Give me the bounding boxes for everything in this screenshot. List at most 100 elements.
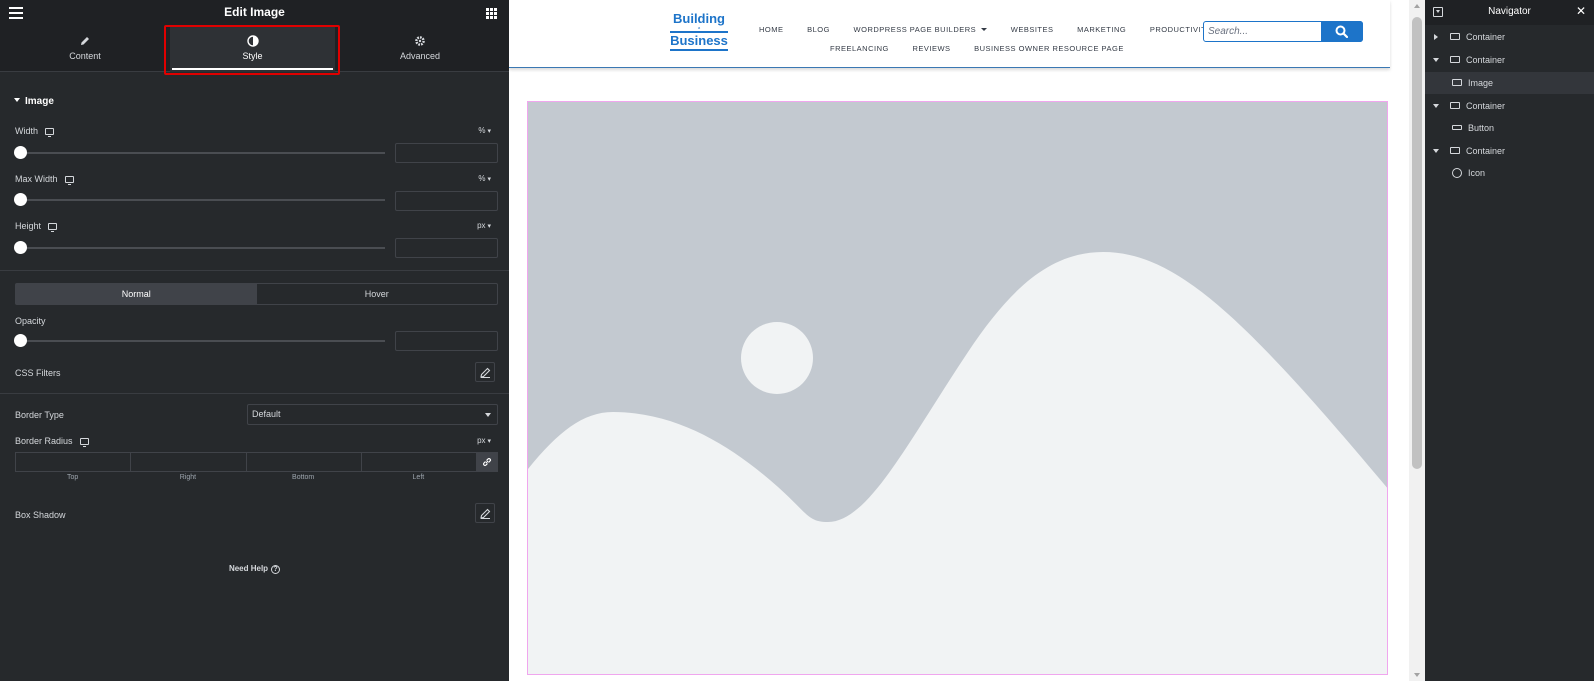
nav-item-wordpress-page-builders-label: WORDPRESS PAGE BUILDERS — [853, 25, 977, 34]
tab-content[interactable]: Content — [0, 25, 170, 72]
border-type-select[interactable]: Default — [247, 404, 498, 425]
radius-label-left: Left — [412, 474, 425, 481]
caret-down-icon[interactable] — [1433, 58, 1439, 62]
pencil-icon — [480, 508, 491, 519]
scroll-up-arrow[interactable] — [1414, 4, 1420, 8]
height-slider-handle[interactable] — [14, 241, 27, 254]
button-icon — [1452, 125, 1462, 130]
navigator-item-label: Icon — [1468, 168, 1486, 178]
border-type-label: Border Type — [15, 410, 64, 420]
desktop-icon[interactable] — [79, 438, 89, 447]
width-unit-select[interactable]: % — [478, 126, 491, 135]
caret-down-icon[interactable] — [1433, 104, 1439, 108]
radius-label-top: Top — [66, 474, 79, 481]
site-logo[interactable]: Building a Business — [670, 12, 728, 52]
active-tab-underline — [172, 68, 333, 70]
image-placeholder-icon — [528, 102, 1387, 674]
close-icon[interactable]: ✕ — [1576, 4, 1586, 18]
gear-icon — [414, 35, 426, 47]
border-radius-inputs — [15, 452, 498, 472]
border-radius-top-input[interactable] — [15, 452, 132, 472]
nav-item-marketing[interactable]: MARKETING — [1077, 25, 1126, 34]
image-widget-placeholder[interactable] — [527, 101, 1388, 675]
navigator-item-container[interactable]: Container — [1425, 140, 1594, 162]
desktop-icon[interactable] — [64, 176, 74, 185]
pencil-icon — [79, 35, 91, 47]
nav-item-business-owner-resource-page[interactable]: BUSINESS OWNER RESOURCE PAGE — [974, 44, 1124, 53]
border-radius-left-input[interactable] — [360, 452, 477, 472]
max-width-unit-select[interactable]: % — [478, 174, 491, 183]
link-values-button[interactable] — [476, 452, 498, 472]
max-width-slider[interactable] — [14, 193, 385, 206]
opacity-slider[interactable] — [14, 334, 385, 347]
search-input[interactable] — [1208, 24, 1318, 39]
link-icon — [483, 458, 491, 466]
logo-line1: Building — [673, 11, 725, 26]
page-preview: Building a Business HOME BLOG WORDPRESS … — [509, 0, 1402, 681]
border-radius-unit-select[interactable]: px — [477, 436, 491, 445]
nav-item-blog[interactable]: BLOG — [807, 25, 830, 34]
height-slider[interactable] — [14, 241, 385, 254]
navigator-item-container[interactable]: Container — [1425, 49, 1594, 71]
normal-state-button[interactable]: Normal — [16, 284, 257, 304]
navigator-item-container[interactable]: Container — [1425, 95, 1594, 117]
scrollbar-thumb[interactable] — [1412, 17, 1422, 469]
navigator-item-label: Container — [1466, 55, 1506, 65]
panel-header: Edit Image — [0, 0, 509, 25]
width-input[interactable] — [395, 143, 498, 163]
logo-bar — [670, 49, 728, 51]
search-button[interactable] — [1321, 21, 1363, 42]
tab-style-label: Style — [242, 51, 263, 61]
height-unit-select[interactable]: px — [477, 221, 491, 230]
desktop-icon[interactable] — [48, 223, 58, 232]
nav-item-websites[interactable]: WEBSITES — [1011, 25, 1054, 34]
width-slider-handle[interactable] — [14, 146, 27, 159]
max-width-label-text: Max Width — [15, 174, 58, 184]
section-image-toggle[interactable]: Image — [14, 96, 54, 107]
scroll-down-arrow[interactable] — [1414, 673, 1420, 677]
need-help-link[interactable]: Need Help? — [0, 564, 509, 574]
caret-right-icon[interactable] — [1434, 34, 1438, 40]
width-slider[interactable] — [14, 146, 385, 159]
navigator-item-container[interactable]: Container — [1425, 26, 1594, 48]
nav-item-home[interactable]: HOME — [759, 25, 784, 34]
max-width-input[interactable] — [395, 191, 498, 211]
max-width-slider-handle[interactable] — [14, 193, 27, 206]
border-radius-label: Border Radius — [15, 436, 89, 447]
hover-state-button[interactable]: Hover — [257, 284, 498, 304]
navigator-item-icon[interactable]: Icon — [1425, 162, 1594, 184]
opacity-input[interactable] — [395, 331, 498, 351]
navigator-item-image[interactable]: Image — [1425, 72, 1594, 94]
tab-content-label: Content — [69, 51, 101, 61]
nav-item-freelancing[interactable]: FREELANCING — [830, 44, 889, 53]
border-radius-bottom-input[interactable] — [245, 452, 362, 472]
caret-down-icon[interactable] — [1433, 149, 1439, 153]
border-radius-right-input[interactable] — [130, 452, 247, 472]
navigator-header: Navigator ✕ — [1425, 0, 1594, 25]
navigator-item-label: Container — [1466, 101, 1506, 111]
border-radius-side-labels: Top Right Bottom Left — [15, 474, 476, 481]
css-filters-edit-button[interactable] — [475, 362, 495, 382]
logo-line2: Business — [670, 33, 728, 48]
navigator-item-label: Container — [1466, 32, 1506, 42]
nav-item-wordpress-page-builders[interactable]: WORDPRESS PAGE BUILDERS — [854, 25, 988, 34]
nav-item-reviews[interactable]: REVIEWS — [912, 44, 950, 53]
tab-advanced[interactable]: Advanced — [335, 25, 505, 72]
logo-small: a — [697, 25, 701, 30]
opacity-label: Opacity — [15, 316, 46, 326]
tab-style[interactable]: Style — [170, 25, 335, 72]
opacity-slider-handle[interactable] — [14, 334, 27, 347]
height-label: Height — [15, 221, 58, 232]
tab-advanced-label: Advanced — [399, 51, 441, 61]
preview-scrollbar[interactable] — [1409, 0, 1425, 681]
radius-label-right: Right — [179, 474, 197, 481]
widgets-grid-icon[interactable] — [486, 8, 497, 19]
panel-tabs: Content Style Advanced — [0, 25, 509, 72]
nav-row-2: FREELANCING REVIEWS BUSINESS OWNER RESOU… — [830, 44, 1145, 53]
navigator-item-button[interactable]: Button — [1425, 117, 1594, 139]
container-icon — [1450, 33, 1460, 40]
height-input[interactable] — [395, 238, 498, 258]
site-header: Building a Business HOME BLOG WORDPRESS … — [509, 0, 1390, 68]
box-shadow-edit-button[interactable] — [475, 503, 495, 523]
desktop-icon[interactable] — [45, 128, 55, 137]
